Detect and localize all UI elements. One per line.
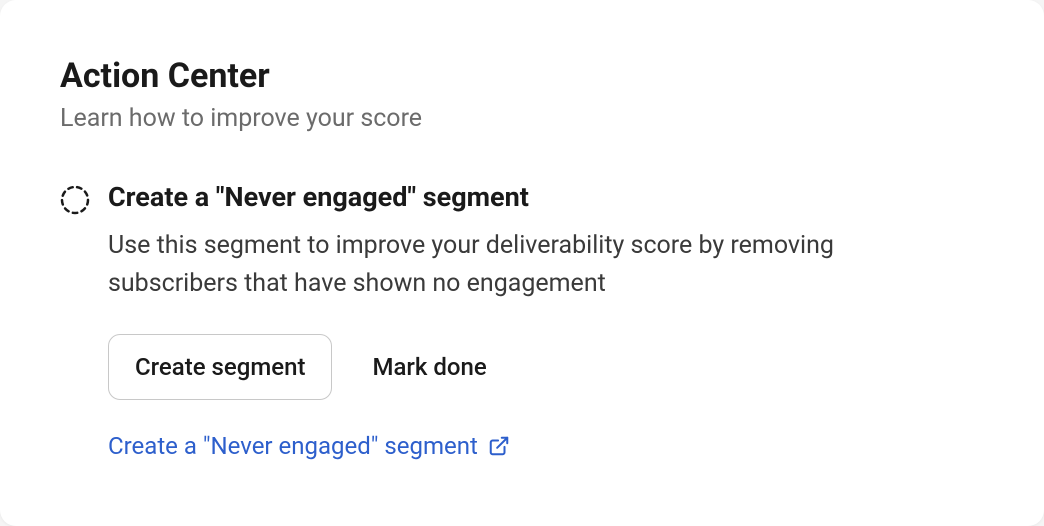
external-link-icon [488, 435, 510, 457]
incomplete-status-icon [60, 185, 90, 219]
mark-done-button[interactable]: Mark done [372, 353, 486, 381]
create-segment-button[interactable]: Create segment [108, 334, 332, 400]
action-description: Use this segment to improve your deliver… [108, 227, 928, 302]
page-title: Action Center [60, 56, 984, 96]
action-title: Create a "Never engaged" segment [108, 181, 984, 213]
action-content: Create a "Never engaged" segment Use thi… [108, 181, 984, 460]
create-segment-link[interactable]: Create a "Never engaged" segment [108, 432, 510, 460]
action-item: Create a "Never engaged" segment Use thi… [60, 181, 984, 460]
action-buttons: Create segment Mark done [108, 334, 984, 400]
page-subtitle: Learn how to improve your score [60, 104, 984, 133]
link-text: Create a "Never engaged" segment [108, 432, 478, 460]
action-center-card: Action Center Learn how to improve your … [0, 0, 1044, 526]
